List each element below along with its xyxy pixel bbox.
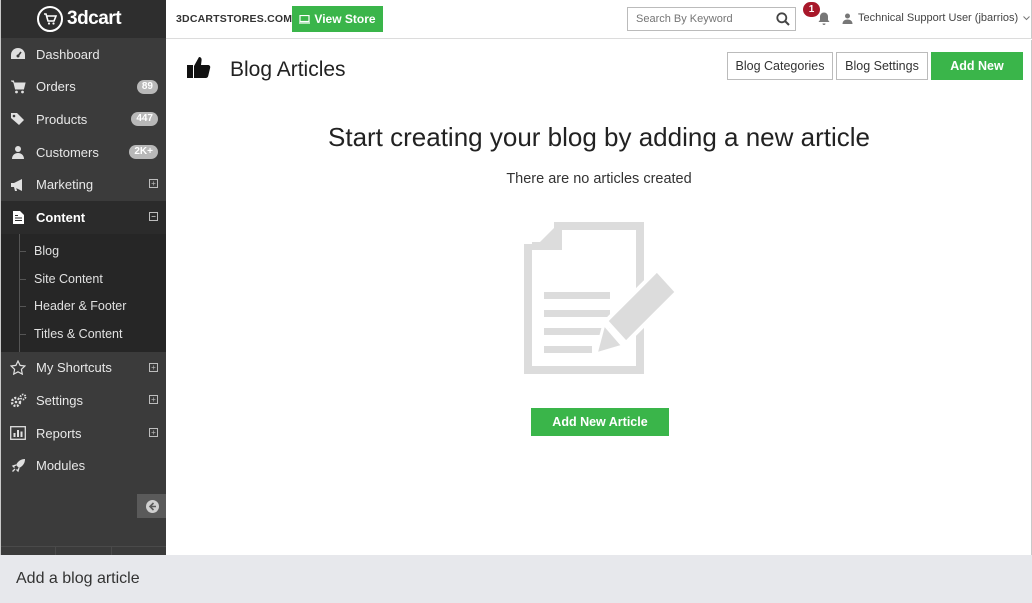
sidebar-item-label: Customers (36, 144, 99, 160)
dashboard-icon (9, 45, 27, 63)
customers-count-badge: 2K+ (129, 144, 158, 159)
search-box (627, 7, 796, 31)
sidebar-item-orders[interactable]: Orders 89 (1, 71, 166, 104)
top-bar: 3DCARTSTORES.COM View Store 1 Technical … (166, 0, 1032, 39)
subnav-item-header-footer[interactable]: Header & Footer (1, 293, 166, 321)
sidebar-item-label: Products (36, 111, 88, 127)
user-name: Technical Support User (jbarrios) (858, 12, 1019, 24)
user-icon (9, 143, 27, 161)
empty-state-title: Start creating your blog by adding a new… (328, 122, 870, 152)
monitor-icon (299, 14, 311, 24)
products-count-badge: 447 (131, 112, 158, 127)
rocket-icon (9, 457, 27, 475)
view-store-label: View Store (314, 12, 376, 26)
gears-icon (9, 391, 27, 409)
star-icon (9, 359, 27, 377)
sidebar-item-customers[interactable]: Customers 2K+ (1, 136, 166, 169)
sidebar-item-label: Content (36, 209, 86, 225)
sidebar-item-label: Orders (36, 79, 76, 95)
blog-categories-button[interactable]: Blog Categories (727, 52, 833, 80)
add-new-button[interactable]: Add New (931, 52, 1023, 80)
user-icon (842, 13, 853, 24)
sidebar: 3dcart Dashboard Orders 89 Products 447 … (0, 0, 166, 555)
sidebar-item-products[interactable]: Products 447 (1, 103, 166, 136)
caption-bar: Add a blog article (0, 555, 1032, 603)
sidebar-nav-lower: My Shortcuts + Settings + Reports + Modu… (1, 352, 166, 482)
collapse-sidebar-button[interactable] (137, 494, 166, 518)
document-edit-icon (522, 220, 680, 383)
sidebar-item-label: Reports (36, 425, 82, 441)
main-content: Blog Articles Blog Categories Blog Setti… (166, 40, 1032, 555)
search-icon[interactable] (776, 12, 790, 31)
sidebar-item-label: Modules (36, 458, 86, 474)
notification-badge[interactable]: 1 (803, 2, 820, 17)
expand-plus-icon[interactable]: + (149, 427, 158, 437)
collapse-minus-icon[interactable]: − (149, 211, 158, 221)
add-new-article-button[interactable]: Add New Article (531, 408, 669, 436)
sidebar-nav: Dashboard Orders 89 Products 447 Custome… (1, 38, 166, 234)
sidebar-item-dashboard[interactable]: Dashboard (1, 38, 166, 71)
sidebar-item-shortcuts[interactable]: My Shortcuts + (1, 352, 166, 385)
expand-plus-icon[interactable]: + (149, 395, 158, 405)
subnav-item-titles-content[interactable]: Titles & Content (1, 320, 166, 348)
tag-icon (9, 110, 27, 128)
arrow-left-circle-icon (145, 499, 159, 513)
document-icon (9, 208, 27, 226)
sidebar-item-label: Dashboard (36, 46, 100, 62)
sidebar-item-reports[interactable]: Reports + (1, 417, 166, 450)
subnav-item-site-content[interactable]: Site Content (1, 265, 166, 293)
blog-settings-button[interactable]: Blog Settings (836, 52, 928, 80)
sidebar-item-settings[interactable]: Settings + (1, 384, 166, 417)
expand-plus-icon[interactable]: + (149, 362, 158, 372)
logo-text: 3dcart (67, 8, 122, 29)
empty-state-subtitle: There are no articles created (506, 171, 692, 187)
view-store-button[interactable]: View Store (292, 6, 383, 32)
expand-plus-icon[interactable]: + (149, 179, 158, 189)
cart-logo-icon (37, 6, 63, 32)
thumbs-up-icon (186, 55, 212, 84)
megaphone-icon (9, 176, 27, 194)
chevron-down-icon (1023, 15, 1031, 20)
sidebar-item-content[interactable]: Content − (1, 200, 166, 234)
search-input[interactable] (628, 8, 768, 30)
sidebar-item-label: My Shortcuts (36, 360, 112, 376)
subnav-item-blog[interactable]: Blog (1, 238, 166, 266)
sidebar-item-marketing[interactable]: Marketing + (1, 168, 166, 201)
page-title: Blog Articles (230, 57, 346, 81)
orders-count-badge: 89 (136, 79, 158, 94)
bell-icon[interactable] (817, 11, 831, 31)
logo[interactable]: 3dcart (1, 0, 166, 38)
sidebar-item-label: Settings (36, 392, 83, 408)
bar-chart-icon (9, 424, 27, 442)
page-header: Blog Articles (186, 55, 346, 84)
cart-icon (9, 78, 27, 96)
sidebar-item-label: Marketing (36, 177, 94, 193)
store-name[interactable]: 3DCARTSTORES.COM (176, 13, 292, 25)
user-menu[interactable]: Technical Support User (jbarrios) (842, 12, 1031, 24)
sidebar-item-modules[interactable]: Modules (1, 449, 166, 482)
content-subnav: Blog Site Content Header & Footer Titles… (1, 233, 166, 352)
sidebar-footer (1, 546, 166, 555)
